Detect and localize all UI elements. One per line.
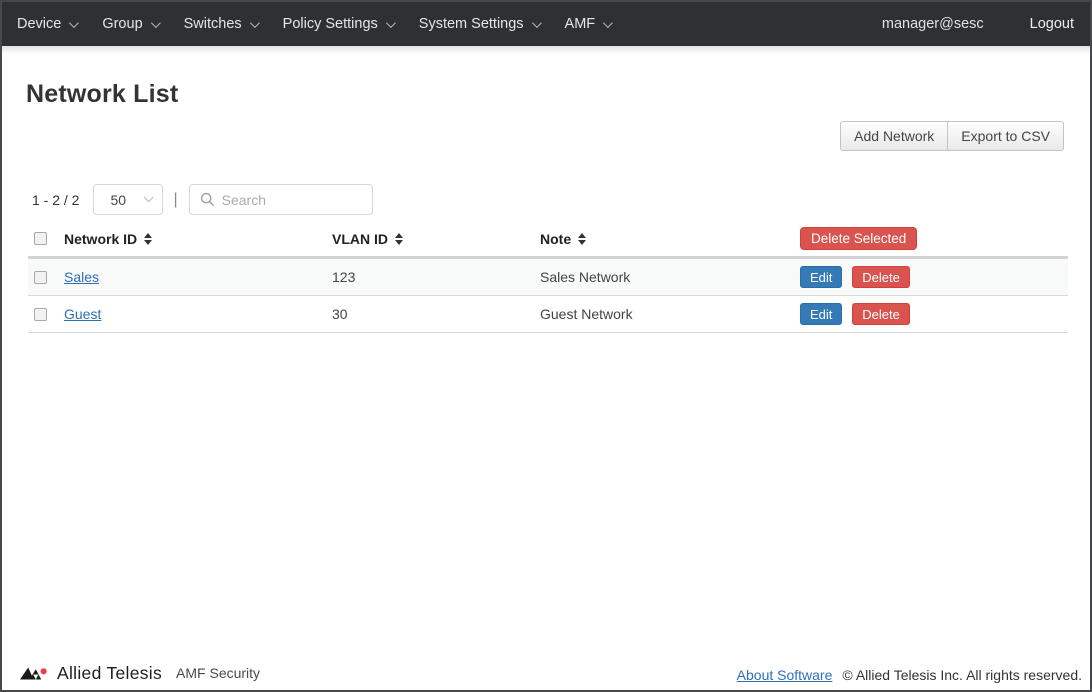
note-value: Guest Network (540, 306, 633, 322)
navbar-shadow (2, 46, 1090, 54)
note-value: Sales Network (540, 269, 630, 285)
chevron-down-icon (69, 18, 79, 28)
allied-telesis-logo-icon (20, 665, 50, 682)
brand-name: Allied Telesis (57, 663, 162, 684)
nav-item-system-settings[interactable]: System Settings (406, 2, 552, 46)
app-window: Device Group Switches Policy Settings Sy… (0, 0, 1092, 692)
column-header-note: Note (540, 231, 571, 247)
table-header-row: Network ID VLAN ID Note (28, 223, 1068, 258)
search-icon (200, 192, 215, 207)
sort-icon[interactable] (395, 233, 403, 245)
copyright-text: © Allied Telesis Inc. All rights reserve… (842, 667, 1082, 683)
nav-right: manager@sesc Logout (882, 16, 1074, 32)
product-name: AMF Security (176, 665, 260, 682)
export-to-csv-button[interactable]: Export to CSV (947, 121, 1064, 151)
logged-in-user: manager@sesc (882, 16, 984, 32)
delete-button[interactable]: Delete (852, 266, 910, 288)
nav-item-amf[interactable]: AMF (552, 2, 624, 46)
nav-item-label: Device (17, 16, 61, 32)
page-title: Network List (26, 80, 1090, 109)
top-action-buttons: Add Network Export to CSV (2, 121, 1064, 151)
chevron-down-icon (386, 18, 396, 28)
page-size-value: 50 (110, 192, 143, 208)
delete-button[interactable]: Delete (852, 303, 910, 325)
network-id-link[interactable]: Guest (64, 306, 101, 322)
chevron-down-icon (144, 192, 154, 202)
footer-right: About Software © Allied Telesis Inc. All… (737, 667, 1082, 684)
top-navbar: Device Group Switches Policy Settings Sy… (2, 2, 1090, 46)
table-row: Sales 123 Sales Network Edit Delete (28, 258, 1068, 296)
chevron-down-icon (250, 18, 260, 28)
chevron-down-icon (151, 18, 161, 28)
chevron-down-icon (532, 18, 542, 28)
sort-icon[interactable] (144, 233, 152, 245)
search-input[interactable] (222, 192, 364, 208)
sort-icon[interactable] (578, 233, 586, 245)
nav-item-device[interactable]: Device (4, 2, 89, 46)
row-checkbox[interactable] (34, 271, 47, 284)
row-checkbox[interactable] (34, 308, 47, 321)
network-list-table: Network ID VLAN ID Note (28, 223, 1068, 333)
nav-item-label: Switches (184, 16, 242, 32)
main-content: Network List Add Network Export to CSV 1… (2, 54, 1090, 690)
pagination-range: 1 - 2 / 2 (32, 192, 79, 208)
vlan-id-value: 123 (332, 269, 355, 285)
nav-menu: Device Group Switches Policy Settings Sy… (4, 2, 623, 46)
edit-button[interactable]: Edit (800, 303, 842, 325)
column-header-vlan-id: VLAN ID (332, 231, 388, 247)
delete-selected-button[interactable]: Delete Selected (800, 227, 917, 250)
select-all-checkbox[interactable] (34, 232, 47, 245)
list-toolbar: 1 - 2 / 2 50 | (32, 184, 1090, 215)
vlan-id-value: 30 (332, 306, 348, 322)
nav-item-label: Policy Settings (283, 16, 378, 32)
nav-item-policy-settings[interactable]: Policy Settings (270, 2, 406, 46)
brand: Allied Telesis AMF Security (20, 663, 260, 684)
network-id-link[interactable]: Sales (64, 269, 99, 285)
nav-item-label: AMF (565, 16, 596, 32)
chevron-down-icon (603, 18, 613, 28)
page-footer: Allied Telesis AMF Security About Softwa… (2, 654, 1090, 690)
toolbar-separator: | (173, 191, 177, 209)
search-box (189, 184, 373, 215)
add-network-button[interactable]: Add Network (840, 121, 947, 151)
nav-item-group[interactable]: Group (89, 2, 170, 46)
nav-item-switches[interactable]: Switches (171, 2, 270, 46)
nav-item-label: System Settings (419, 16, 524, 32)
logout-button[interactable]: Logout (1030, 16, 1074, 32)
nav-item-label: Group (102, 16, 142, 32)
table-row: Guest 30 Guest Network Edit Delete (28, 296, 1068, 333)
column-header-network-id: Network ID (64, 231, 137, 247)
about-software-link[interactable]: About Software (737, 667, 833, 683)
edit-button[interactable]: Edit (800, 266, 842, 288)
page-size-select[interactable]: 50 (93, 184, 163, 215)
